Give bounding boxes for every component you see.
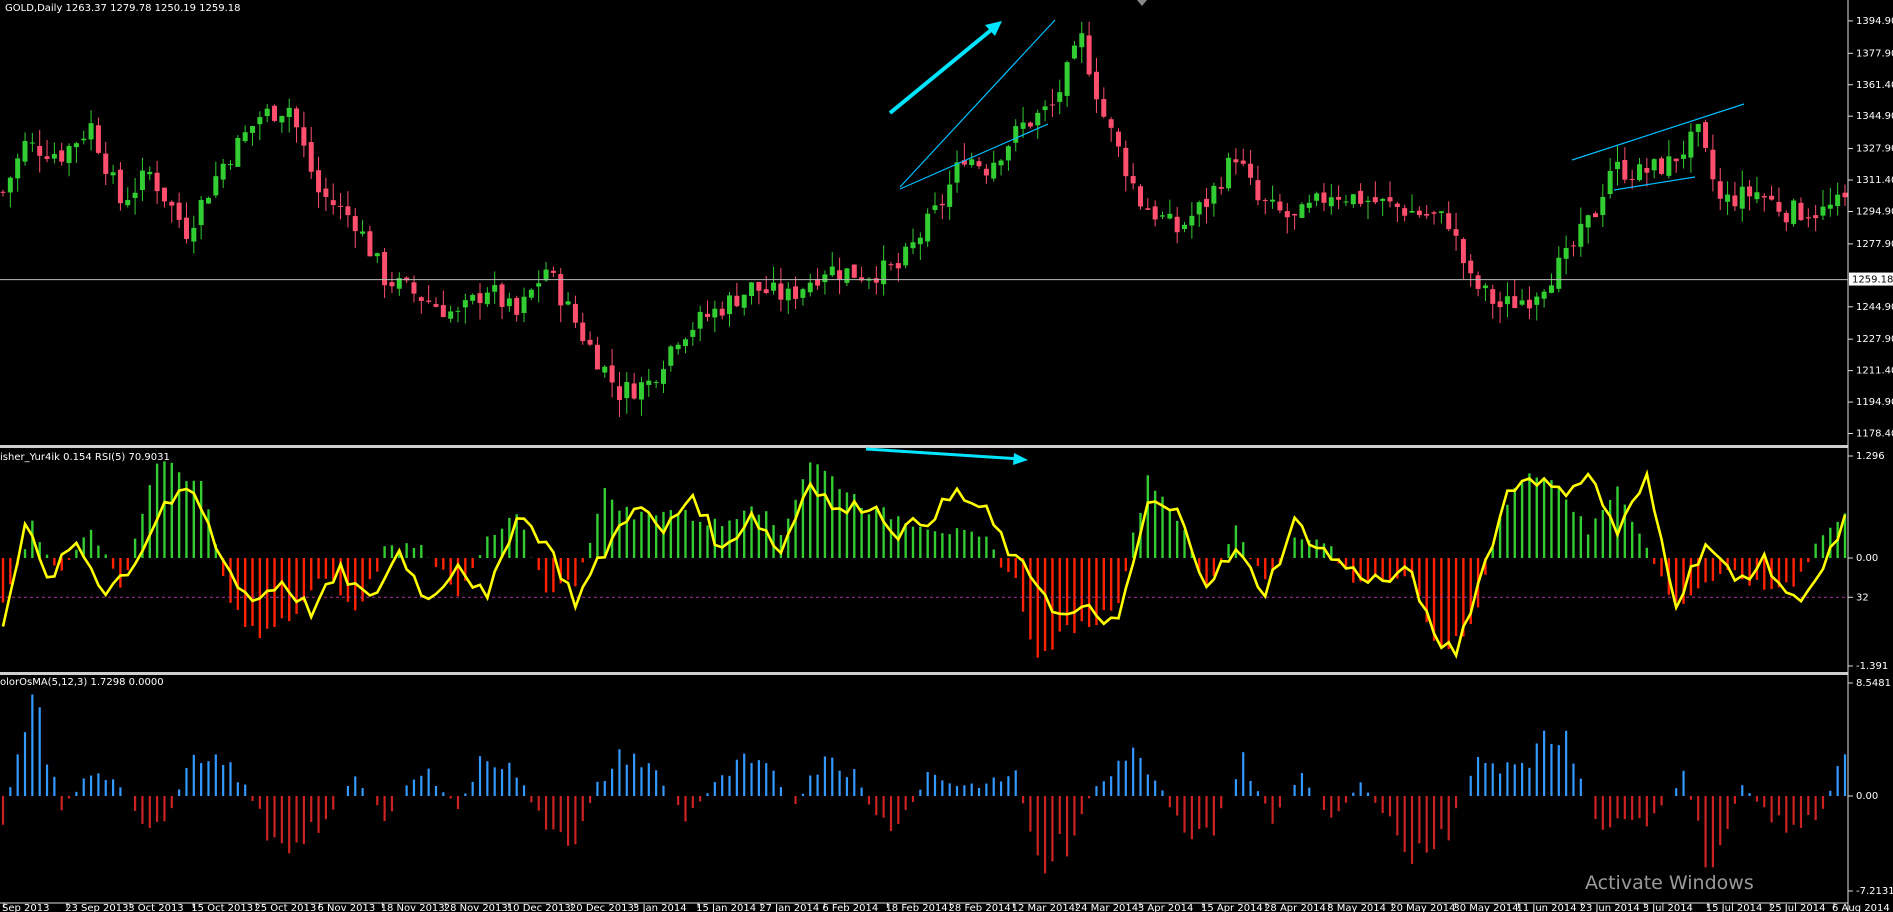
candle [851,264,857,279]
candle [1137,184,1143,210]
time-tick-label: 20 Dec 2013 [570,903,634,912]
current-price-label: 1259.18 [1849,272,1893,286]
time-tick-label: Sep 2013 [2,903,49,912]
time-tick-label: 15 Apr 2014 [1201,903,1263,912]
time-tick-label: 6 Nov 2013 [318,903,376,912]
time-tick-label: 10 Dec 2013 [507,903,571,912]
candle [1226,152,1232,191]
price-tick-label: 1377.90 [1856,48,1893,59]
time-tick-label: 18 Nov 2013 [381,903,445,912]
price-tick-label: 1361.40 [1856,80,1893,91]
trading-chart: GOLD,Daily 1263.37 1279.78 1250.19 1259.… [0,0,1893,912]
price-tick-label: 1277.90 [1856,239,1893,250]
time-tick-label: 23 Jun 2014 [1580,903,1640,912]
time-tick-label: 12 Mar 2014 [1012,903,1075,912]
price-tick-label: 1294.90 [1856,206,1893,217]
time-tick-label: 28 Feb 2014 [949,903,1011,912]
rsi-header: isher_Yur4ik 0.154 RSI(5) 70.9031 [0,452,170,463]
price-tick-label: 1244.90 [1856,302,1893,313]
candle [1791,198,1797,227]
time-tick-label: 28 Apr 2014 [1264,903,1326,912]
time-tick-label: 3 Jan 2014 [633,903,687,912]
price-tick-label: 1327.90 [1856,144,1893,155]
current-price-value: 1259.18 [1852,275,1893,286]
time-tick-label: 23 Sep 2013 [65,903,128,912]
time-tick-label: 3 Apr 2014 [1138,903,1193,912]
price-tick-label: 1344.90 [1856,111,1893,122]
time-tick-label: 30 May 2014 [1453,903,1518,912]
price-tick-label: 1227.90 [1856,334,1893,345]
rsi-tick-label: 0.00 [1856,553,1878,564]
time-tick-label: 25 Jul 2014 [1769,903,1826,912]
candle [1659,156,1665,176]
time-tick-label: 28 Nov 2013 [444,903,508,912]
osma-tick-label: 0.00 [1856,791,1878,802]
time-tick-label: 25 Oct 2013 [254,903,316,912]
time-tick-label: 18 Feb 2014 [885,903,947,912]
rsi-tick-label: 1.296 [1856,451,1885,462]
rsi-tick-label: -1.391 [1856,661,1888,672]
time-axis: Sep 2013 23 Sep 2013 3 Oct 2013 15 Oct 2013… [2,903,1890,912]
time-tick-label: 6 Aug 2014 [1832,903,1890,912]
candle [272,104,278,123]
price-tick-label: 1311.40 [1856,175,1893,186]
osma-header: olorOsMA(5,12,3) 1.7298 0.0000 [0,677,164,688]
candle [235,135,241,167]
candle [1299,202,1305,219]
price-tick-label: 1178.40 [1856,429,1893,440]
candle [1703,119,1709,153]
time-tick-label: 6 Feb 2014 [822,903,878,912]
time-tick-label: 15 Jan 2014 [696,903,756,912]
time-tick-label: 3 Oct 2013 [128,903,183,912]
time-tick-label: 27 Jan 2014 [759,903,819,912]
osma-tick-label: -7.2131 [1856,886,1893,897]
time-tick-label: 20 May 2014 [1390,903,1455,912]
time-tick-label: 3 Jul 2014 [1643,903,1693,912]
price-tick-label: 1211.40 [1856,366,1893,377]
time-tick-label: 24 Mar 2014 [1075,903,1138,912]
price-tick-label: 1194.90 [1856,397,1893,408]
time-tick-label: 15 Oct 2013 [191,903,253,912]
main-header: GOLD,Daily 1263.37 1279.78 1250.19 1259.… [5,3,241,14]
osma-tick-label: 8.5481 [1856,678,1891,689]
price-tick-label: 1394.90 [1856,16,1893,27]
time-tick-label: 15 Jul 2014 [1706,903,1763,912]
time-tick-label: 8 May 2014 [1327,903,1386,912]
rsi-tick-label: 32 [1856,592,1869,603]
time-tick-label: 11 Jun 2014 [1516,903,1576,912]
candle [925,208,931,247]
activate-windows-watermark: Activate Windows [1585,872,1754,894]
